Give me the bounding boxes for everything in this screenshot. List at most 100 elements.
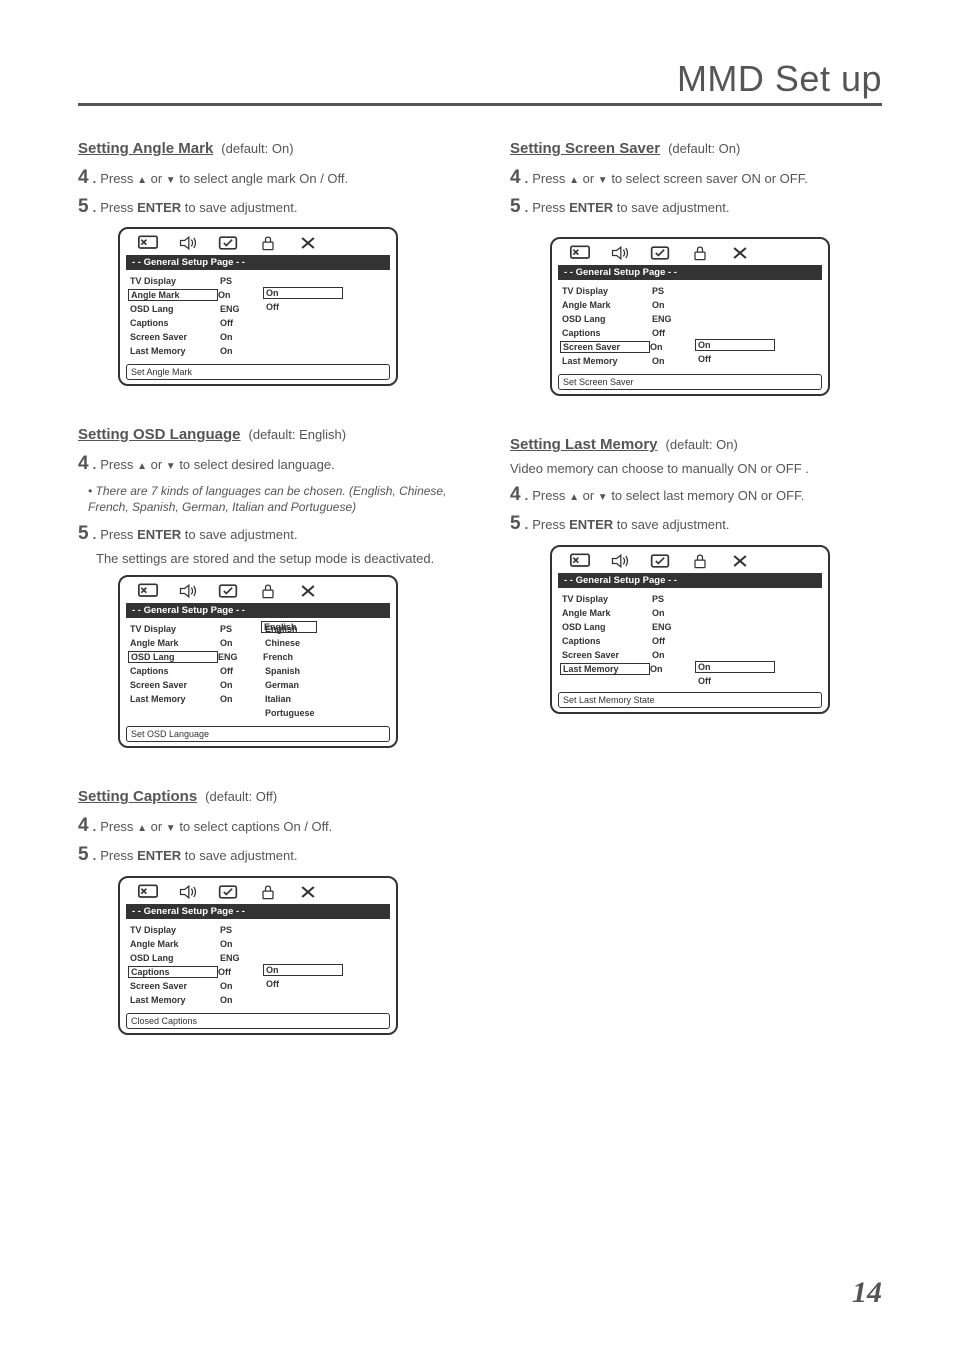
- menu-label-lm: Last Memory: [130, 346, 220, 356]
- menu-label-angle: Angle Mark: [130, 638, 220, 648]
- menu-val: ENG: [652, 622, 697, 632]
- save-label: to save adjustment.: [185, 200, 298, 215]
- lang-opt: Portuguese: [265, 708, 315, 718]
- section-screen-saver: Setting Screen Saver (default: On) 4. Pr…: [510, 140, 882, 396]
- step-number: 5: [78, 194, 89, 220]
- monitor-icon: [138, 235, 158, 251]
- save-label: to save adjustment.: [185, 527, 298, 542]
- lock-icon: [690, 245, 710, 261]
- close-icon: [298, 235, 318, 251]
- monitor-icon: [570, 553, 590, 569]
- lock-icon: [258, 884, 278, 900]
- step-number: 5: [510, 194, 521, 220]
- monitor-icon: [138, 884, 158, 900]
- after-note: The settings are stored and the setup mo…: [96, 550, 450, 568]
- menu-label-tv: TV Display: [130, 624, 220, 634]
- save-label: to save adjustment.: [617, 517, 730, 532]
- menu-val: PS: [652, 594, 697, 604]
- menu-val: On: [652, 356, 697, 366]
- menu-val: On: [652, 608, 697, 618]
- press-label: Press: [532, 517, 565, 532]
- menu-label-angle: Angle Mark: [562, 300, 652, 310]
- note: • There are 7 kinds of languages can be …: [88, 483, 450, 515]
- step-number: 4: [510, 482, 521, 508]
- speaker-icon: [178, 235, 198, 251]
- menu-screen-saver: - - General Setup Page - - TV DisplayPS …: [550, 237, 830, 396]
- section-default: (default: Off): [205, 789, 277, 804]
- menu-label-cap-selected: Captions: [128, 966, 218, 978]
- step-5: 5. Press ENTER to save adjustment.: [510, 194, 882, 220]
- section-title: Setting Screen Saver: [510, 140, 660, 157]
- save-label: to save adjustment.: [617, 200, 730, 215]
- option-on: On: [263, 287, 343, 299]
- section-captions: Setting Captions (default: Off) 4. Press…: [78, 788, 450, 1034]
- save-label: to save adjustment.: [185, 848, 298, 863]
- section-default: (default: On): [221, 141, 293, 156]
- menu-val: Off: [220, 666, 265, 676]
- or-label: or: [151, 171, 163, 186]
- step-dot: .: [93, 170, 97, 188]
- section-last-memory: Setting Last Memory (default: On) Video …: [510, 436, 882, 713]
- menu-label-lm: Last Memory: [562, 356, 652, 366]
- step-number: 4: [78, 451, 89, 477]
- menu-val: ENG: [220, 953, 265, 963]
- menu-val: On: [220, 981, 265, 991]
- step-5: 5. Press ENTER to save adjustment.: [78, 194, 450, 220]
- step-5: 5. Press ENTER to save adjustment.: [78, 521, 450, 547]
- lang-opt: Italian: [265, 694, 291, 704]
- step-text: Press ENTER to save adjustment.: [100, 847, 297, 865]
- menu-val: PS: [220, 925, 265, 935]
- menu-val: On: [220, 638, 265, 648]
- menu-label-tv: TV Display: [130, 925, 220, 935]
- menu-val: Off: [652, 328, 697, 338]
- menu-val: On: [220, 332, 265, 342]
- close-icon: [730, 553, 750, 569]
- section-title: Setting OSD Language: [78, 426, 241, 443]
- section-title: Setting Angle Mark: [78, 140, 213, 157]
- step-text: Press ENTER to save adjustment.: [100, 199, 297, 217]
- step-number: 5: [78, 521, 89, 547]
- menu-val: On: [220, 680, 265, 690]
- content-columns: Setting Angle Mark (default: On) 4. Pres…: [78, 140, 882, 1075]
- step-dot: .: [525, 516, 529, 534]
- menu-label-osd: OSD Lang: [562, 314, 652, 324]
- step-number: 4: [78, 165, 89, 191]
- up-triangle-icon: ▲: [137, 460, 147, 474]
- step-5: 5. Press ENTER to save adjustment.: [78, 842, 450, 868]
- menu-captions: - - General Setup Page - - TV DisplayPS …: [118, 876, 398, 1035]
- menu-body: TV DisplayPSEnglish Angle MarkOnChinese …: [128, 622, 388, 720]
- lang-opt: German: [265, 680, 299, 690]
- step-text: Press ▲ or ▼ to select desired language.: [100, 456, 335, 474]
- menu-label-ss: Screen Saver: [130, 680, 220, 690]
- step-number: 4: [78, 813, 89, 839]
- close-icon: [298, 583, 318, 599]
- down-triangle-icon: ▼: [166, 174, 176, 188]
- enter-label: ENTER: [569, 200, 613, 215]
- menu-val: On: [650, 664, 695, 674]
- menu-val: On: [220, 939, 265, 949]
- menu-footer: Closed Captions: [126, 1013, 390, 1029]
- up-triangle-icon: ▲: [137, 822, 147, 836]
- menu-val: On: [220, 694, 265, 704]
- step-text: Press ▲ or ▼ to select screen saver ON o…: [532, 170, 808, 188]
- down-triangle-icon: ▼: [166, 460, 176, 474]
- menu-label-ss-selected: Screen Saver: [560, 341, 650, 353]
- menu-label-angle: Angle Mark: [562, 608, 652, 618]
- menu-body: TV DisplayPS Angle MarkOn OSD LangENG Ca…: [128, 274, 388, 358]
- menu-label-lm: Last Memory: [130, 995, 220, 1005]
- intro-text: Video memory can choose to manually ON o…: [510, 461, 882, 476]
- lang-opt: French: [263, 652, 293, 662]
- lang-opt: Chinese: [265, 638, 300, 648]
- lang-opt: Spanish: [265, 666, 300, 676]
- menu-label-angle: Angle Mark: [130, 939, 220, 949]
- option-off: Off: [698, 354, 711, 364]
- menu-icon-row: [560, 245, 820, 265]
- menu-label-lm: Last Memory: [130, 694, 220, 704]
- section-default: (default: English): [249, 427, 347, 442]
- enter-label: ENTER: [569, 517, 613, 532]
- menu-header: - - General Setup Page - -: [558, 573, 822, 588]
- menu-label-cap: Captions: [130, 666, 220, 676]
- check-box-icon: [218, 884, 238, 900]
- menu-val: ENG: [652, 314, 697, 324]
- lock-icon: [258, 583, 278, 599]
